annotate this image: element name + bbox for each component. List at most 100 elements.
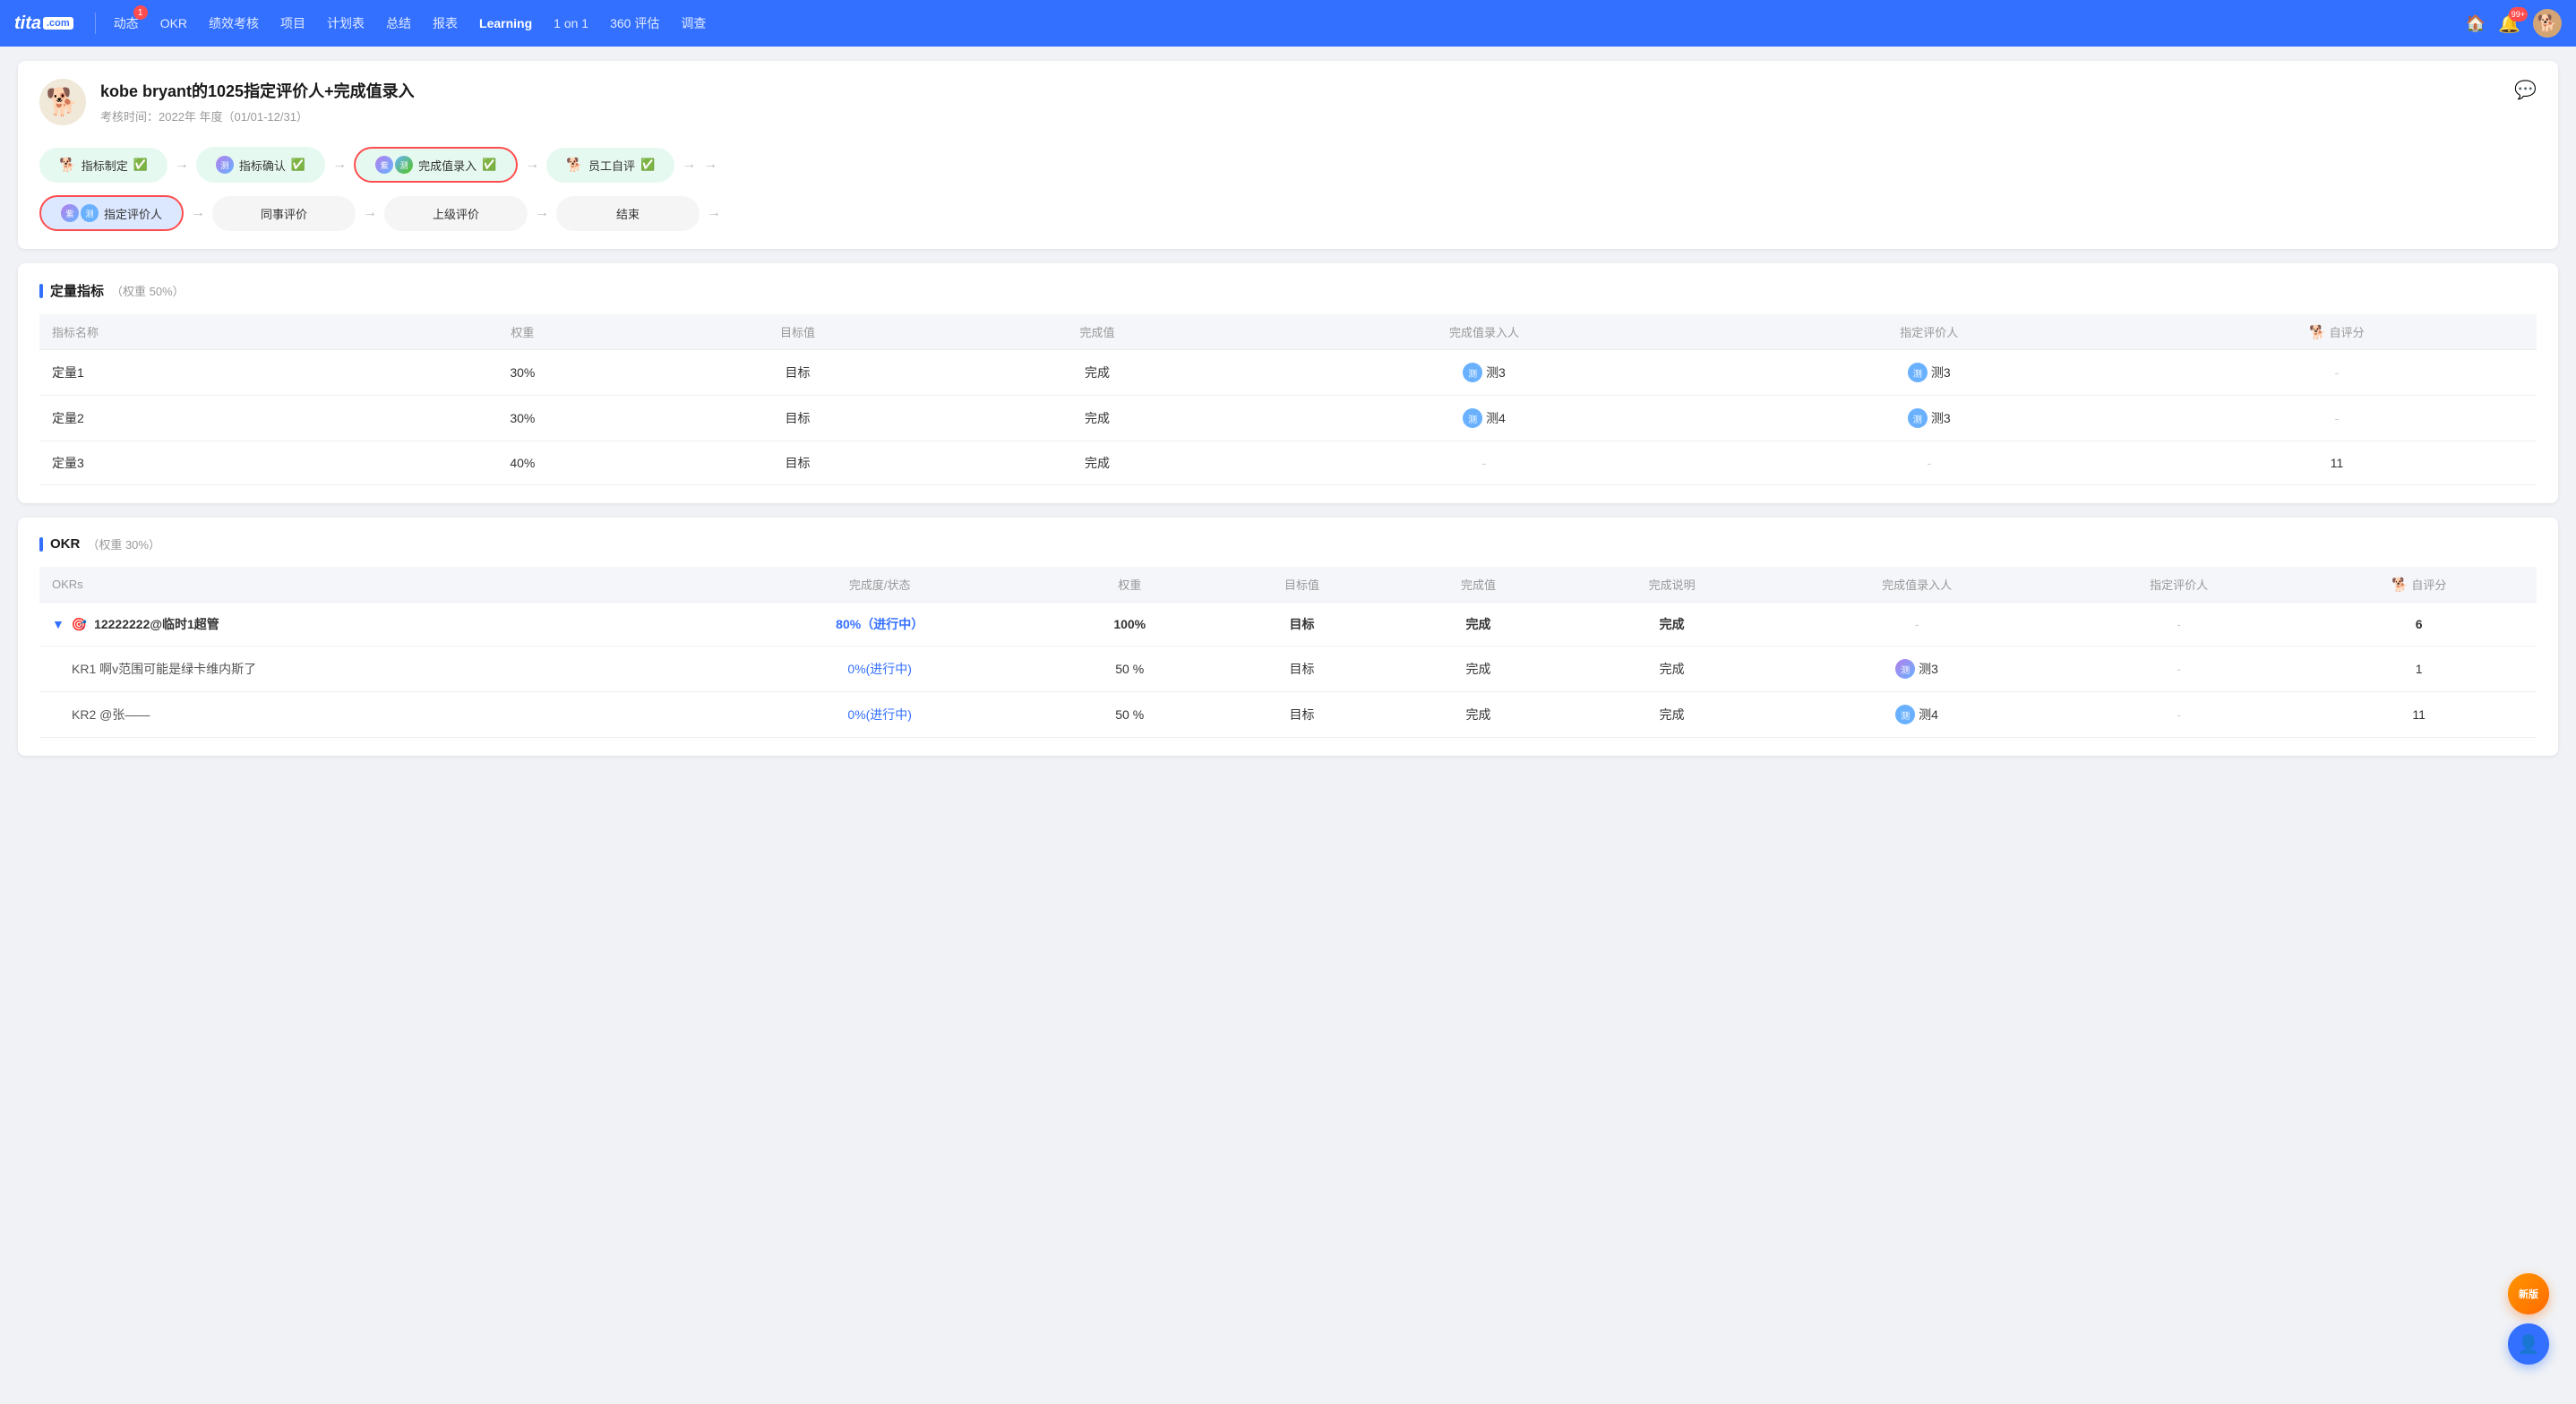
- nav-item-okr[interactable]: OKR: [150, 0, 198, 47]
- step-completion-entry[interactable]: 紫 测 完成值录入 ✅: [354, 147, 518, 183]
- okr-col-completion: 完成值: [1390, 567, 1567, 603]
- table-row: 定量2 30% 目标 完成 测 测4 测 测3: [39, 396, 2537, 441]
- okr-col-evaluator: 指定评价人: [2057, 567, 2301, 603]
- check-icon-4: ✅: [640, 158, 655, 172]
- check-icon-2: ✅: [291, 158, 305, 172]
- step-metric-confirm-label: 指标确认: [239, 157, 286, 174]
- step-metric-confirm[interactable]: 测 指标确认 ✅: [196, 147, 325, 183]
- nav-item-1on1[interactable]: 1 on 1: [543, 0, 599, 47]
- kr2-recorder-avatar: 测 测4: [1895, 705, 1938, 724]
- nav-item-project[interactable]: 项目: [270, 0, 316, 47]
- table-row: 定量1 30% 目标 完成 测 测3 测 测3: [39, 350, 2537, 396]
- arrow-r2-1: →: [191, 205, 205, 221]
- step-self-eval[interactable]: 🐕 员工自评 ✅: [546, 148, 674, 183]
- nav-item-summary[interactable]: 总结: [375, 0, 422, 47]
- col-header-self-score: 🐕 自评分: [2137, 314, 2537, 350]
- col-header-evaluator: 指定评价人: [1722, 314, 2137, 350]
- ce-avatar-1: 测: [216, 156, 234, 174]
- step-metric-setup[interactable]: 🐕 指标制定 ✅: [39, 148, 167, 183]
- title-bar: [39, 284, 43, 298]
- evaluator-avatar-1: 测 测3: [1908, 408, 1951, 428]
- ce-avatar-2a: 紫: [375, 156, 393, 174]
- home-icon: 🏠: [2466, 14, 2486, 32]
- dog-icon-1: 🐕: [59, 157, 76, 173]
- okr-title: OKR （权重 30%）: [39, 535, 2537, 552]
- recorder-avatar-1: 测 测4: [1463, 408, 1506, 428]
- table-row: KR1 啊v范围可能是绿卡维内斯了 0%(进行中) 50 % 目标 完成 完成 …: [39, 646, 2537, 692]
- ce-avatar-3a: 紫: [61, 204, 79, 222]
- float-new-version[interactable]: 新版: [2508, 1273, 2549, 1314]
- nav-item-plan[interactable]: 计划表: [316, 0, 375, 47]
- title-bar-2: [39, 537, 43, 552]
- nav-item-360[interactable]: 360 评估: [599, 0, 670, 47]
- step-self-eval-label: 员工自评: [588, 157, 635, 174]
- navigation: tita.com 动态 1 OKR 绩效考核 项目 计划表 总结 报表 Lear…: [0, 0, 2576, 47]
- step-completion-entry-label: 完成值录入: [418, 157, 477, 174]
- check-icon-1: ✅: [133, 158, 148, 172]
- step-superior-eval-label: 上级评价: [433, 205, 479, 222]
- okr-col-recorder: 完成值录入人: [1777, 567, 2057, 603]
- step-superior-eval[interactable]: 上级评价: [384, 196, 528, 231]
- home-button[interactable]: 🏠: [2466, 14, 2486, 33]
- quantitative-title: 定量指标 （权重 50%）: [39, 281, 2537, 300]
- nav-item-survey[interactable]: 调查: [670, 0, 717, 47]
- nav-item-reports[interactable]: 报表: [422, 0, 468, 47]
- evaluator-avatar-0: 测 测3: [1908, 363, 1951, 382]
- okr-col-target: 目标值: [1214, 567, 1390, 603]
- step-end[interactable]: 结束: [556, 196, 700, 231]
- workflow-row1: 🐕 指标制定 ✅ → 测 指标确认 ✅ → 紫 测 完成值录入 ✅: [39, 147, 2537, 183]
- okr-table: OKRs 完成度/状态 权重 目标值 完成值 完成说明 完成值录入人 指定评价人…: [39, 567, 2537, 738]
- col-header-name: 指标名称: [39, 314, 397, 350]
- quantitative-card: 定量指标 （权重 50%） 指标名称 权重 目标值 完成值 完成值录入人 指定评…: [18, 263, 2558, 503]
- more-arrow: →: [703, 157, 717, 173]
- user-avatar[interactable]: 🐕: [2533, 9, 2562, 38]
- profile-card: 🐕 kobe bryant的1025指定评价人+完成值录入 考核时间：2022年…: [18, 61, 2558, 249]
- dog-icon-2: 🐕: [566, 157, 583, 173]
- nav-item-dongtat[interactable]: 动态 1: [103, 0, 150, 47]
- ce-avatar-2b: 测: [395, 156, 413, 174]
- okr-col-desc: 完成说明: [1567, 567, 1777, 603]
- arrow-2: →: [332, 157, 347, 173]
- expand-arrow[interactable]: ▼: [52, 617, 64, 631]
- more-options-icon[interactable]: 💬: [2514, 79, 2537, 101]
- table-row: 定量3 40% 目标 完成 - - 11: [39, 441, 2537, 485]
- step-end-label: 结束: [616, 205, 640, 222]
- arrow-4: →: [682, 157, 696, 173]
- table-row: KR2 @张—— 0%(进行中) 50 % 目标 完成 完成 测 测4: [39, 692, 2537, 738]
- page-subtitle: 考核时间：2022年 年度（01/01-12/31）: [100, 107, 415, 124]
- nav-item-performance[interactable]: 绩效考核: [198, 0, 270, 47]
- notification-button[interactable]: 🔔 99+: [2498, 13, 2520, 35]
- logo[interactable]: tita.com: [14, 13, 73, 34]
- okr-col-progress: 完成度/状态: [714, 567, 1046, 603]
- step-metric-setup-label: 指标制定: [82, 157, 128, 174]
- arrow-3: →: [525, 157, 539, 173]
- arrow-r2-3: →: [535, 205, 549, 221]
- okr-card: OKR （权重 30%） OKRs 完成度/状态 权重 目标值 完成值 完成说明…: [18, 518, 2558, 756]
- logo-text: tita: [14, 13, 41, 34]
- quantitative-table: 指标名称 权重 目标值 完成值 完成值录入人 指定评价人 🐕 自评分 定量1 3…: [39, 314, 2537, 485]
- logo-com: .com: [43, 17, 73, 30]
- step-peer-eval[interactable]: 同事评价: [212, 196, 356, 231]
- support-icon: 👤: [2518, 1333, 2540, 1356]
- nav-divider: [95, 13, 96, 34]
- col-header-target: 目标值: [648, 314, 948, 350]
- target-icon: 🎯: [72, 617, 87, 631]
- nav-badge-dongtai: 1: [133, 5, 148, 20]
- okr-col-score: 🐕 自评分: [2301, 567, 2537, 603]
- profile-avatar: 🐕: [39, 79, 86, 125]
- step-peer-eval-label: 同事评价: [261, 205, 307, 222]
- nav-item-learning[interactable]: Learning: [468, 0, 543, 47]
- table-row: ▼ 🎯 12222222@临时1超管 80%（进行中） 100% 目标 完成 完…: [39, 603, 2537, 646]
- step-designate-evaluator[interactable]: 紫 测 指定评价人: [39, 195, 184, 231]
- okr-col-name: OKRs: [39, 567, 714, 603]
- okr-col-weight: 权重: [1045, 567, 1214, 603]
- workflow-container: 🐕 指标制定 ✅ → 测 指标确认 ✅ → 紫 测 完成值录入 ✅: [39, 147, 2537, 231]
- workflow-row2: 紫 测 指定评价人 → 同事评价 → 上级评价 → 结束 →: [39, 195, 2537, 231]
- ce-avatar-3b: 测: [81, 204, 99, 222]
- arrow-r2-2: →: [363, 205, 377, 221]
- recorder-avatar-0: 测 测3: [1463, 363, 1506, 382]
- col-header-completion: 完成值: [948, 314, 1248, 350]
- check-icon-3: ✅: [482, 158, 496, 172]
- nav-right: 🏠 🔔 99+ 🐕: [2466, 9, 2562, 38]
- float-support[interactable]: 👤: [2508, 1323, 2549, 1365]
